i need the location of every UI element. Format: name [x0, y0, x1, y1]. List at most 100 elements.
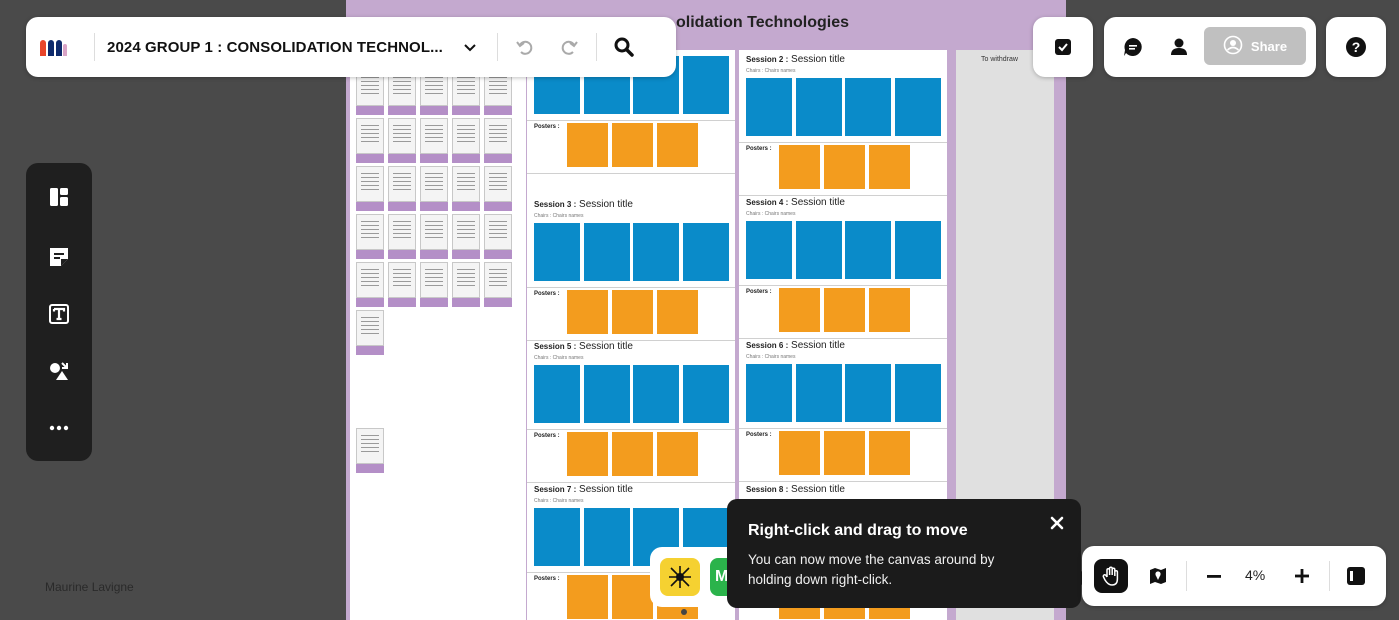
document-thumbnail[interactable] — [388, 166, 416, 202]
chat-icon[interactable] — [1118, 32, 1148, 62]
document-thumbnail[interactable] — [420, 214, 448, 250]
document-thumbnail[interactable] — [356, 118, 384, 154]
minus-icon[interactable] — [1199, 561, 1229, 591]
close-icon[interactable] — [1045, 511, 1069, 535]
poster-tile[interactable] — [612, 290, 653, 334]
document-thumbnail[interactable] — [452, 118, 480, 154]
abstract-tile[interactable] — [633, 365, 679, 423]
poster-tile[interactable] — [869, 145, 910, 189]
poster-tile[interactable] — [779, 431, 820, 475]
poster-tile[interactable] — [567, 575, 608, 619]
abstract-tile[interactable] — [683, 365, 729, 423]
document-tag — [452, 250, 480, 259]
redo-icon[interactable] — [554, 32, 584, 62]
undo-icon[interactable] — [510, 32, 540, 62]
document-thumbnail[interactable] — [452, 166, 480, 202]
poster-tile[interactable] — [657, 432, 698, 476]
document-thumbnail[interactable] — [484, 262, 512, 298]
document-thumbnail[interactable] — [356, 428, 384, 464]
check-square-icon[interactable] — [1048, 32, 1078, 62]
session-title: Session 7 : Session title — [534, 484, 633, 495]
abstract-tile[interactable] — [895, 78, 941, 136]
poster-tile[interactable] — [869, 288, 910, 332]
document-thumbnail[interactable] — [356, 262, 384, 298]
document-thumbnail[interactable] — [484, 166, 512, 202]
document-thumbnail[interactable] — [420, 118, 448, 154]
abstract-tile[interactable] — [584, 223, 630, 281]
document-thumbnail[interactable] — [452, 214, 480, 250]
plus-icon[interactable] — [1287, 561, 1317, 591]
session-number: Session 2 : — [746, 55, 789, 64]
poster-tile[interactable] — [567, 290, 608, 334]
map-pin-icon[interactable] — [1143, 561, 1173, 591]
poster-tile[interactable] — [779, 145, 820, 189]
abstract-tile[interactable] — [534, 508, 580, 566]
poster-tile[interactable] — [824, 288, 865, 332]
posters-label: Posters : — [746, 432, 772, 438]
document-thumbnail[interactable] — [420, 262, 448, 298]
poster-tile[interactable] — [567, 432, 608, 476]
poster-tile[interactable] — [824, 431, 865, 475]
poster-tile[interactable] — [567, 123, 608, 167]
tasks-panel — [1033, 17, 1093, 77]
abstract-tile[interactable] — [796, 221, 842, 279]
abstract-tile[interactable] — [845, 221, 891, 279]
document-thumbnail[interactable] — [420, 166, 448, 202]
abstract-tile[interactable] — [746, 78, 792, 136]
more-dots-icon[interactable] — [44, 413, 74, 443]
abstract-tile[interactable] — [895, 221, 941, 279]
spider-app-icon[interactable] — [660, 558, 700, 596]
zoom-level[interactable]: 4% — [1245, 567, 1265, 583]
abstract-tile[interactable] — [534, 365, 580, 423]
abstract-tile[interactable] — [845, 364, 891, 422]
document-thumbnail[interactable] — [388, 118, 416, 154]
poster-tile[interactable] — [779, 288, 820, 332]
abstract-tile[interactable] — [633, 223, 679, 281]
document-thumbnail[interactable] — [388, 262, 416, 298]
search-icon[interactable] — [609, 32, 639, 62]
abstract-tile[interactable] — [683, 223, 729, 281]
abstract-tile[interactable] — [584, 508, 630, 566]
abstract-tile[interactable] — [746, 364, 792, 422]
session-divider — [527, 429, 735, 430]
document-thumbnail[interactable] — [356, 310, 384, 346]
document-tag — [452, 202, 480, 211]
question-circle-icon[interactable]: ? — [1341, 32, 1371, 62]
hand-pan-icon[interactable] — [1094, 559, 1128, 593]
document-thumbnail[interactable] — [356, 166, 384, 202]
user-icon[interactable] — [1164, 32, 1194, 62]
session-title-text: Session title — [791, 54, 845, 65]
poster-tile[interactable] — [824, 145, 865, 189]
abstract-tile[interactable] — [796, 364, 842, 422]
posters-label: Posters : — [534, 576, 560, 582]
poster-tile[interactable] — [612, 123, 653, 167]
document-thumbnail[interactable] — [484, 214, 512, 250]
abstract-tile[interactable] — [746, 221, 792, 279]
abstract-tile[interactable] — [845, 78, 891, 136]
miro-logo-icon[interactable] — [40, 36, 68, 58]
sticky-note-icon[interactable] — [44, 242, 74, 272]
shapes-icon[interactable] — [44, 356, 74, 386]
document-thumbnail[interactable] — [388, 214, 416, 250]
abstract-tile[interactable] — [895, 364, 941, 422]
poster-tile[interactable] — [657, 123, 698, 167]
poster-tile[interactable] — [612, 432, 653, 476]
document-thumbnail[interactable] — [484, 118, 512, 154]
abstract-tile[interactable] — [584, 365, 630, 423]
layout-icon[interactable] — [44, 182, 74, 212]
abstract-tile[interactable] — [683, 56, 729, 114]
poster-tile[interactable] — [657, 290, 698, 334]
share-button[interactable]: Share — [1204, 27, 1306, 65]
document-thumbnail[interactable] — [452, 262, 480, 298]
abstract-tile[interactable] — [534, 223, 580, 281]
board-name[interactable]: 2024 GROUP 1 : CONSOLIDATION TECHNOL... — [107, 39, 443, 56]
poster-tile[interactable] — [869, 431, 910, 475]
document-tag — [484, 106, 512, 115]
abstract-tile[interactable] — [796, 78, 842, 136]
text-tool-icon[interactable] — [44, 299, 74, 329]
document-thumbnail[interactable] — [356, 214, 384, 250]
session-divider — [527, 173, 735, 174]
chevron-down-icon[interactable] — [455, 32, 485, 62]
panel-toggle-icon[interactable] — [1341, 561, 1371, 591]
poster-tile[interactable] — [612, 575, 653, 619]
